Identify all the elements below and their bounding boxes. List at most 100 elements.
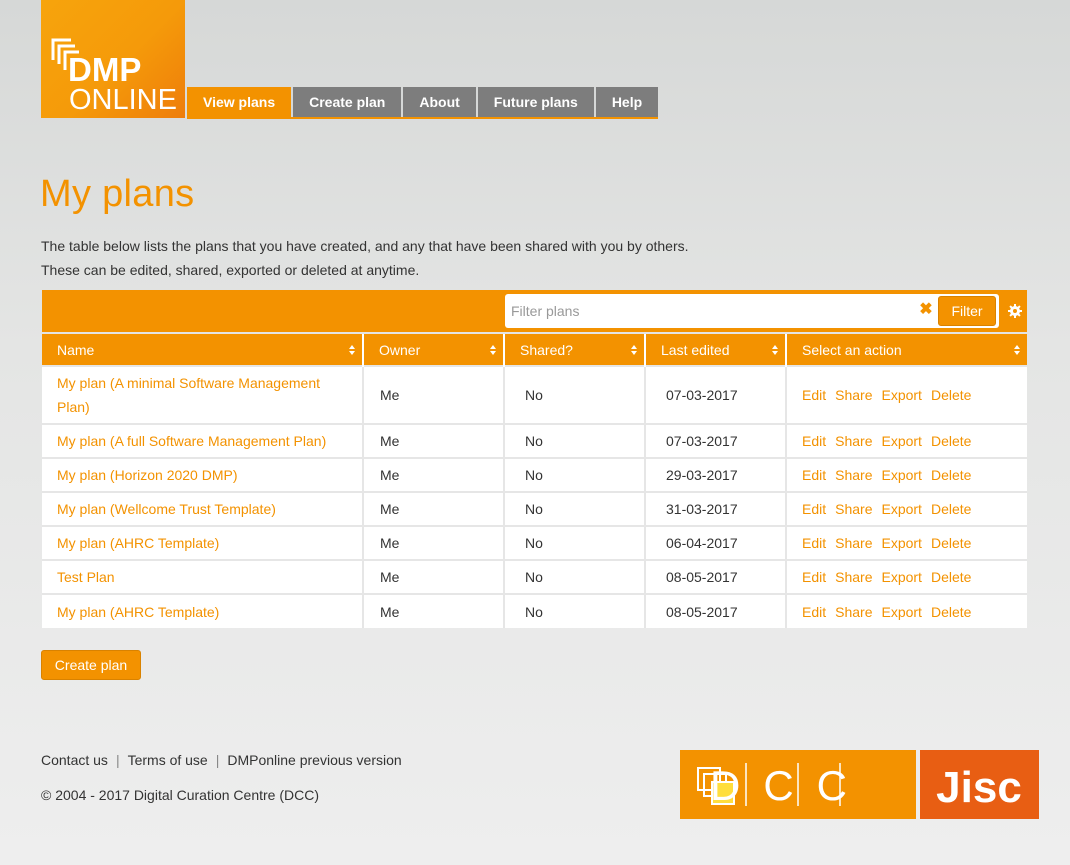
- intro-line-2: These can be edited, shared, exported or…: [41, 262, 420, 278]
- terms-of-use-link[interactable]: Terms of use: [128, 752, 208, 768]
- last-edited-cell: 29-03-2017: [645, 457, 787, 492]
- plans-table: Name Owner Shared? Last edited Select an…: [42, 334, 1027, 628]
- plan-name-link[interactable]: My plan (A full Software Management Plan…: [57, 433, 326, 449]
- edit-link[interactable]: Edit: [802, 467, 826, 483]
- owner-cell: Me: [363, 365, 505, 424]
- delete-link[interactable]: Delete: [931, 501, 971, 517]
- export-link[interactable]: Export: [881, 501, 921, 517]
- jisc-logo[interactable]: Jisc: [920, 750, 1039, 819]
- table-row: My plan (Wellcome Trust Template) Me No …: [42, 491, 1027, 526]
- edit-link[interactable]: Edit: [802, 569, 826, 585]
- contact-us-link[interactable]: Contact us: [41, 752, 108, 768]
- column-header-owner[interactable]: Owner: [363, 334, 505, 366]
- column-header-name[interactable]: Name: [42, 334, 364, 366]
- footer-links: Contact us | Terms of use | DMPonline previo…: [41, 752, 402, 768]
- previous-version-link[interactable]: DMPonline previous version: [227, 752, 401, 768]
- header-label: Select an action: [802, 341, 902, 358]
- nav-future-plans[interactable]: Future plans: [477, 87, 596, 117]
- owner-cell: Me: [363, 491, 505, 526]
- delete-link[interactable]: Delete: [931, 604, 971, 620]
- jisc-logo-graphic: Jisc: [936, 763, 1022, 812]
- header-label: Last edited: [661, 341, 730, 358]
- delete-link[interactable]: Delete: [931, 467, 971, 483]
- edit-link[interactable]: Edit: [802, 387, 826, 403]
- table-row: My plan (A full Software Management Plan…: [42, 423, 1027, 458]
- filter-input[interactable]: [505, 294, 905, 328]
- plan-name-link[interactable]: My plan (AHRC Template): [57, 604, 219, 620]
- delete-link[interactable]: Delete: [931, 433, 971, 449]
- delete-link[interactable]: Delete: [931, 535, 971, 551]
- last-edited-cell: 07-03-2017: [645, 423, 787, 458]
- table-row: My plan (AHRC Template) Me No 06-04-2017…: [42, 525, 1027, 560]
- header-label: Owner: [379, 341, 421, 358]
- share-link[interactable]: Share: [835, 604, 872, 620]
- export-link[interactable]: Export: [881, 467, 921, 483]
- filter-bar: ✖ Filter: [42, 290, 1027, 332]
- shared-cell: No: [504, 559, 646, 594]
- edit-link[interactable]: Edit: [802, 604, 826, 620]
- nav-view-plans[interactable]: View plans: [187, 87, 294, 117]
- column-header-shared[interactable]: Shared?: [504, 334, 646, 366]
- export-link[interactable]: Export: [881, 535, 921, 551]
- edit-link[interactable]: Edit: [802, 501, 826, 517]
- table-row: My plan (Horizon 2020 DMP) Me No 29-03-2…: [42, 457, 1027, 492]
- intro-text: The table below lists the plans that you…: [41, 234, 689, 282]
- edit-link[interactable]: Edit: [802, 535, 826, 551]
- delete-link[interactable]: Delete: [931, 569, 971, 585]
- plan-name-link[interactable]: My plan (Wellcome Trust Template): [57, 501, 276, 517]
- share-link[interactable]: Share: [835, 501, 872, 517]
- shared-cell: No: [504, 525, 646, 560]
- owner-cell: Me: [363, 559, 505, 594]
- table-row: My plan (AHRC Template) Me No 08-05-2017…: [42, 593, 1027, 628]
- sort-icon: [1014, 345, 1020, 355]
- page-title: My plans: [40, 173, 195, 215]
- nav-help[interactable]: Help: [595, 87, 659, 117]
- nav-create-plan[interactable]: Create plan: [293, 87, 404, 117]
- column-header-last-edited[interactable]: Last edited: [645, 334, 787, 366]
- export-link[interactable]: Export: [881, 387, 921, 403]
- column-header-actions[interactable]: Select an action: [786, 334, 1027, 366]
- edit-link[interactable]: Edit: [802, 433, 826, 449]
- intro-line-1: The table below lists the plans that you…: [41, 238, 689, 254]
- sort-icon: [490, 345, 496, 355]
- nav-about[interactable]: About: [403, 87, 478, 117]
- owner-cell: Me: [363, 423, 505, 458]
- plan-name-link[interactable]: My plan (A minimal Software Management P…: [57, 375, 320, 415]
- export-link[interactable]: Export: [881, 604, 921, 620]
- last-edited-cell: 08-05-2017: [645, 593, 787, 628]
- plan-name-link[interactable]: My plan (AHRC Template): [57, 535, 219, 551]
- logo-dmp-text: DMP: [68, 51, 141, 88]
- create-plan-button[interactable]: Create plan: [41, 650, 141, 680]
- close-icon[interactable]: ✖: [919, 300, 933, 320]
- shared-cell: No: [504, 457, 646, 492]
- header-label: Shared?: [520, 341, 573, 358]
- gear-icon[interactable]: [1007, 303, 1023, 319]
- export-link[interactable]: Export: [881, 569, 921, 585]
- plans-table-container: ✖ Filter Name Owner: [42, 290, 1027, 628]
- share-link[interactable]: Share: [835, 535, 872, 551]
- filter-button[interactable]: Filter: [938, 296, 996, 326]
- share-link[interactable]: Share: [835, 569, 872, 585]
- export-link[interactable]: Export: [881, 433, 921, 449]
- dcc-logo[interactable]: DCC: [680, 750, 916, 819]
- plan-name-link[interactable]: Test Plan: [57, 569, 115, 585]
- copyright-text: © 2004 - 2017 Digital Curation Centre (D…: [41, 787, 319, 803]
- table-header-row: Name Owner Shared? Last edited Select an…: [42, 334, 1027, 366]
- jisc-logo-text: Jisc: [936, 763, 1022, 812]
- share-link[interactable]: Share: [835, 387, 872, 403]
- table-row: My plan (A minimal Software Management P…: [42, 365, 1027, 424]
- last-edited-cell: 06-04-2017: [645, 525, 787, 560]
- share-link[interactable]: Share: [835, 467, 872, 483]
- filter-box: ✖ Filter: [505, 294, 999, 328]
- share-link[interactable]: Share: [835, 433, 872, 449]
- delete-link[interactable]: Delete: [931, 387, 971, 403]
- dcc-logo-text: DCC: [710, 762, 870, 809]
- plan-name-link[interactable]: My plan (Horizon 2020 DMP): [57, 467, 238, 483]
- dmponline-logo[interactable]: DMP ONLINE: [41, 0, 185, 118]
- header-label: Name: [57, 341, 95, 358]
- table-row: Test Plan Me No 08-05-2017 Edit Share Expo…: [42, 559, 1027, 594]
- last-edited-cell: 07-03-2017: [645, 365, 787, 424]
- dcc-logo-graphic: DCC: [697, 762, 870, 809]
- owner-cell: Me: [363, 593, 505, 628]
- footer-separator: |: [215, 752, 220, 768]
